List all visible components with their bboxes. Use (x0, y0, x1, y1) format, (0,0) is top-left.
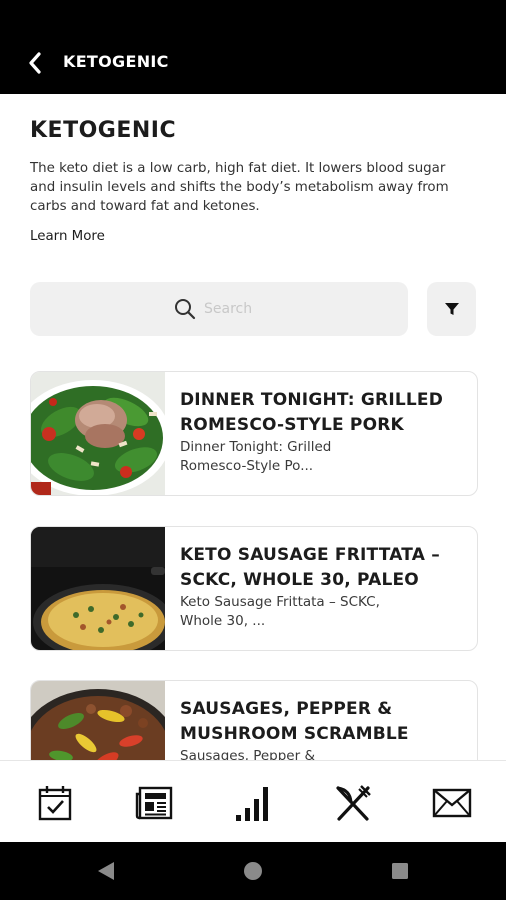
recipe-subtitle: Sausages, Pepper & (180, 748, 315, 760)
recipe-image (31, 372, 165, 495)
learn-more-link[interactable]: Learn More (30, 229, 105, 244)
search-input[interactable] (204, 301, 264, 317)
filter-icon (444, 303, 459, 315)
main-content[interactable]: KETOGENIC The keto diet is a low carb, h… (0, 94, 506, 760)
system-nav-bar (0, 842, 506, 900)
app-header: KETOGENIC (0, 0, 506, 94)
calendar-check-icon (38, 786, 72, 821)
nav-recipes[interactable] (333, 783, 373, 823)
recents-square-icon (392, 863, 408, 879)
page-title: KETOGENIC (30, 118, 177, 143)
search-bar[interactable] (30, 282, 408, 336)
back-button[interactable] (20, 48, 50, 78)
nav-stats[interactable] (234, 783, 274, 823)
system-home-button[interactable] (241, 859, 265, 883)
recipe-title: SAUSAGES, PEPPER & MUSHROOM SCRAMBLE (180, 699, 409, 744)
recipe-image (31, 527, 165, 650)
recipe-title: KETO SAUSAGE FRITTATA – SCKC, WHOLE 30, … (180, 545, 440, 590)
recipe-subtitle: Dinner Tonight: Grilled Romesco-Style Po… (180, 439, 332, 474)
filter-button[interactable] (427, 282, 476, 336)
bottom-nav (0, 760, 506, 842)
system-recents-button[interactable] (388, 859, 412, 883)
recipe-title: DINNER TONIGHT: GRILLED ROMESCO-STYLE PO… (180, 390, 444, 435)
envelope-icon (432, 788, 472, 818)
back-triangle-icon (98, 862, 114, 880)
nav-calendar[interactable] (35, 783, 75, 823)
recipe-card[interactable]: DINNER TONIGHT: GRILLED ROMESCO-STYLE PO… (30, 371, 478, 496)
newspaper-icon (135, 786, 173, 820)
diet-description: The keto diet is a low carb, high fat di… (30, 161, 449, 214)
header-title: KETOGENIC (63, 52, 169, 71)
system-back-button[interactable] (94, 859, 118, 883)
bar-chart-icon (236, 787, 268, 821)
recipe-card[interactable]: SAUSAGES, PEPPER & MUSHROOM SCRAMBLE Sau… (30, 680, 478, 760)
recipe-card[interactable]: KETO SAUSAGE FRITTATA – SCKC, WHOLE 30, … (30, 526, 478, 651)
nav-news[interactable] (134, 783, 174, 823)
search-icon (174, 298, 196, 320)
home-circle-icon (244, 862, 262, 880)
fork-knife-icon (336, 785, 371, 821)
nav-messages[interactable] (432, 783, 472, 823)
recipe-subtitle: Keto Sausage Frittata – SCKC, Whole 30, … (180, 594, 380, 629)
chevron-left-icon (29, 52, 41, 74)
recipe-image (31, 681, 165, 760)
